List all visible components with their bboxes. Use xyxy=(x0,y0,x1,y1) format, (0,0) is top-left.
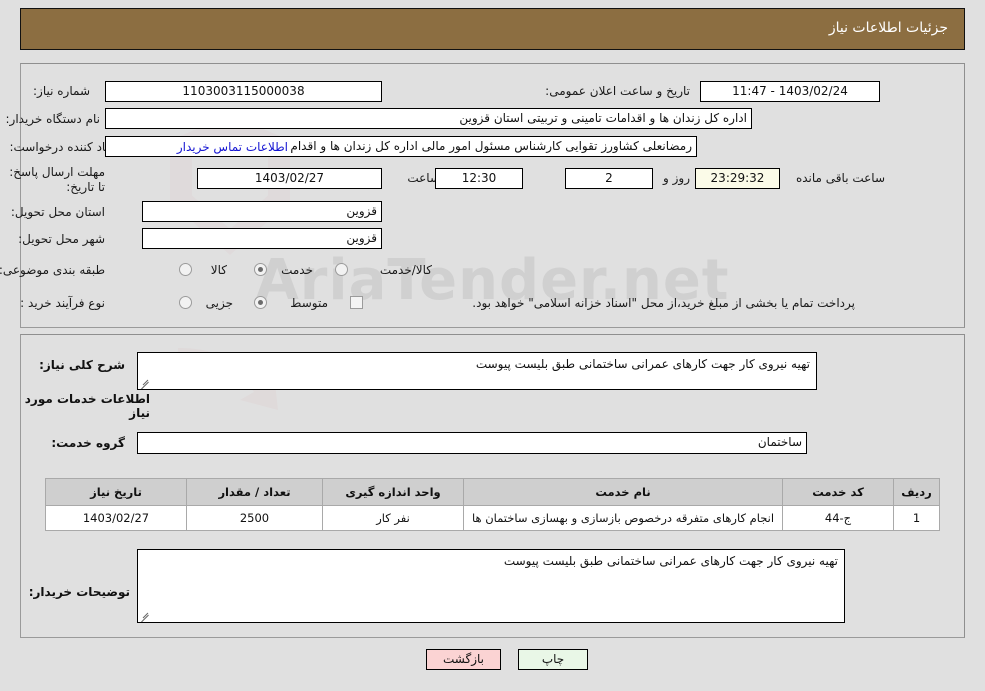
buyer-notes-text: تهیه نیروی کار جهت کارهای عمرانی ساختمان… xyxy=(503,554,838,568)
th-date: تاریخ نیاز xyxy=(45,478,187,506)
deadline-time-label: ساعت xyxy=(407,171,440,185)
resize-grip-icon-2[interactable] xyxy=(140,611,150,621)
delivery-province-field: قزوین xyxy=(142,201,382,222)
deadline-remaining-label: ساعت باقی مانده xyxy=(795,171,885,185)
deadline-time-field: 12:30 xyxy=(435,168,523,189)
deadline-date-field: 1403/02/27 xyxy=(197,168,382,189)
td-name: انجام کارهای متفرقه درخصوص بازسازی و بهس… xyxy=(463,505,783,531)
request-creator-label: ایجاد کننده درخواست: xyxy=(9,140,120,154)
category-radio-kala-khedmat[interactable] xyxy=(335,263,348,276)
th-name: نام خدمت xyxy=(463,478,783,506)
islamic-treasury-note: پرداخت تمام یا بخشی از مبلغ خرید،از محل … xyxy=(472,296,855,310)
service-group-field: ساختمان xyxy=(137,432,807,454)
th-qty: تعداد / مقدار xyxy=(186,478,323,506)
purchase-type-radio-motevasset[interactable] xyxy=(254,296,267,309)
td-qty: 2500 xyxy=(186,505,323,531)
delivery-city-label: شهر محل تحویل: xyxy=(18,232,105,246)
resize-grip-icon[interactable] xyxy=(140,378,150,388)
purchase-type-radio-motevasset-label: متوسط xyxy=(290,296,328,310)
buyer-notes-textarea[interactable]: تهیه نیروی کار جهت کارهای عمرانی ساختمان… xyxy=(137,549,845,623)
need-description-label: شرح کلی نیاز: xyxy=(39,358,125,372)
category-radio-khedmat[interactable] xyxy=(254,263,267,276)
need-number-label: شماره نیاز: xyxy=(33,84,90,98)
deadline-label: مهلت ارسال پاسخ: تا تاریخ: xyxy=(9,165,105,194)
deadline-countdown-field: 23:29:32 xyxy=(695,168,780,189)
purchase-type-radio-jozei[interactable] xyxy=(179,296,192,309)
table-header-row: ردیف کد خدمت نام خدمت واحد اندازه گیری ت… xyxy=(45,478,940,506)
td-unit: نفر کار xyxy=(322,505,464,531)
td-row: 1 xyxy=(893,505,940,531)
print-button[interactable]: چاپ xyxy=(518,649,588,670)
category-radio-khedmat-label: خدمت xyxy=(281,263,313,277)
td-date: 1403/02/27 xyxy=(45,505,187,531)
need-description-textarea[interactable]: تهیه نیروی کار جهت کارهای عمرانی ساختمان… xyxy=(137,352,817,390)
need-number-field: 1103003115000038 xyxy=(105,81,382,102)
need-description-text: تهیه نیروی کار جهت کارهای عمرانی ساختمان… xyxy=(475,357,810,371)
need-info-panel xyxy=(20,63,965,328)
buyer-notes-label: توضیحات خریدار: xyxy=(28,585,130,599)
purchase-type-radio-jozei-label: جزیی xyxy=(205,296,233,310)
islamic-treasury-checkbox[interactable] xyxy=(350,296,363,309)
services-section-heading: اطلاعات خدمات مورد نیاز xyxy=(24,392,150,420)
purchase-type-label: نوع فرآیند خرید : xyxy=(20,296,105,310)
th-unit: واحد اندازه گیری xyxy=(322,478,464,506)
category-radio-kala[interactable] xyxy=(179,263,192,276)
category-label: طبقه بندی موضوعی: xyxy=(0,263,105,277)
th-code: کد خدمت xyxy=(782,478,894,506)
category-radio-kala-khedmat-label: کالا/خدمت xyxy=(379,263,432,277)
back-button[interactable]: بازگشت xyxy=(426,649,501,670)
page-header-bar: جزئیات اطلاعات نیاز xyxy=(20,8,965,50)
delivery-province-label: استان محل تحویل: xyxy=(10,205,105,219)
td-code: ج-44 xyxy=(782,505,894,531)
public-announce-label: تاریخ و ساعت اعلان عمومی: xyxy=(545,84,690,98)
category-radio-kala-label: کالا xyxy=(210,263,227,277)
services-table: ردیف کد خدمت نام خدمت واحد اندازه گیری ت… xyxy=(45,478,940,531)
deadline-days-label: روز و xyxy=(663,171,690,185)
table-row: 1 ج-44 انجام کارهای متفرقه درخصوص بازساز… xyxy=(45,505,940,531)
th-row: ردیف xyxy=(893,478,940,506)
public-announce-field: 1403/02/24 - 11:47 xyxy=(700,81,880,102)
buyer-contact-link[interactable]: اطلاعات تماس خریدار xyxy=(177,140,288,154)
deadline-days-field: 2 xyxy=(565,168,653,189)
page-title: جزئیات اطلاعات نیاز xyxy=(828,20,948,36)
buyer-org-field: اداره کل زندان ها و اقدامات تامینی و ترب… xyxy=(105,108,752,129)
buyer-org-label: نام دستگاه خریدار: xyxy=(5,112,101,126)
service-group-label: گروه خدمت: xyxy=(51,436,125,450)
delivery-city-field: قزوین xyxy=(142,228,382,249)
